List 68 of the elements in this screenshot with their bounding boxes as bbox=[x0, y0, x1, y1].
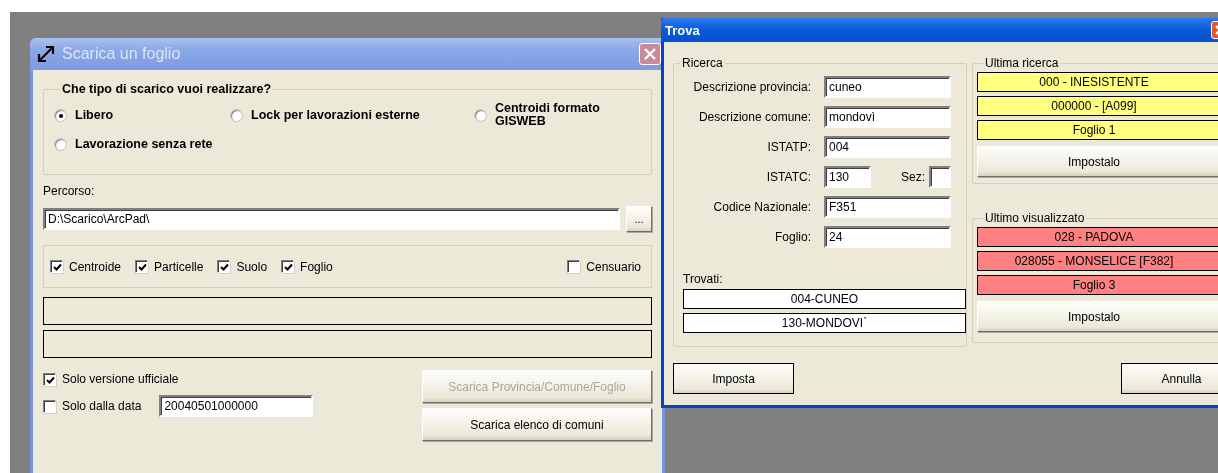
history-entry: 028055 - MONSELICE [F382] bbox=[977, 251, 1218, 271]
checkbox-label: Suolo bbox=[236, 259, 268, 274]
close-icon bbox=[642, 46, 658, 62]
input-field[interactable]: 130 bbox=[824, 166, 871, 188]
field-label: Codice Nazionale: bbox=[712, 200, 812, 214]
input-field[interactable]: F351 bbox=[824, 196, 951, 218]
checkbox[interactable] bbox=[50, 260, 63, 273]
field-label: Trovati: bbox=[683, 272, 724, 286]
field-label: Descrizione comune: bbox=[697, 110, 812, 124]
checkbox[interactable] bbox=[217, 260, 231, 273]
checkbox-label: Foglio bbox=[300, 259, 333, 274]
input-field[interactable]: cuneo bbox=[824, 76, 951, 98]
checkbox[interactable] bbox=[567, 260, 581, 273]
radio-button[interactable] bbox=[474, 108, 487, 122]
history-entry: 028 - PADOVA bbox=[977, 227, 1218, 247]
history-entry: Foglio 1 bbox=[977, 120, 1218, 140]
field-label: Sez: bbox=[900, 170, 926, 184]
checkbox[interactable] bbox=[135, 260, 149, 273]
checkbox[interactable] bbox=[281, 260, 295, 273]
field-label: Percorso: bbox=[43, 184, 96, 198]
group-title: Che tipo di scarico vuoi realizzare? bbox=[61, 82, 273, 96]
checkbox-label: Solo dalla data bbox=[62, 399, 142, 413]
check-icon bbox=[283, 262, 295, 273]
check-icon bbox=[52, 262, 63, 273]
input-field[interactable]: 004 bbox=[824, 136, 951, 158]
checkbox[interactable] bbox=[43, 372, 56, 386]
history-entry: 000 - INESISTENTE bbox=[977, 72, 1218, 92]
path-field[interactable]: D:\Scarico\ArcPad\ bbox=[43, 208, 620, 230]
input-field[interactable]: mondovì bbox=[824, 106, 951, 128]
radio-label: Centroidi formato GISWEB bbox=[495, 102, 601, 128]
radio-button[interactable] bbox=[54, 108, 67, 122]
date-field[interactable]: 20040501000000 bbox=[159, 395, 314, 417]
input-field[interactable]: 24 bbox=[824, 226, 951, 248]
radio-button[interactable] bbox=[54, 138, 67, 151]
apply-button[interactable]: Impostalo bbox=[977, 146, 1218, 177]
radio-button[interactable] bbox=[230, 108, 243, 122]
set-button[interactable]: Imposta bbox=[673, 363, 794, 394]
checkbox-label: Centroide bbox=[69, 259, 122, 274]
radio-label: Lavorazione senza rete bbox=[75, 138, 213, 151]
field-label: Foglio: bbox=[773, 230, 812, 244]
checkbox-label: Censuario bbox=[586, 259, 641, 274]
group-title: Ricerca bbox=[681, 56, 724, 70]
check-icon bbox=[219, 262, 231, 273]
window-title: Trova bbox=[665, 22, 701, 38]
history-entry: Foglio 3 bbox=[977, 275, 1218, 295]
check-icon bbox=[45, 374, 56, 386]
group-title: Ultimo visualizzato bbox=[984, 211, 1086, 225]
checkbox[interactable] bbox=[43, 399, 56, 413]
radio-label: Lock per lavorazioni esterne bbox=[251, 108, 420, 122]
field-label: ISTATC: bbox=[765, 170, 812, 184]
input-field[interactable] bbox=[929, 166, 951, 188]
resize-arrow-icon bbox=[36, 44, 56, 64]
field-label: Descrizione provincia: bbox=[692, 80, 812, 94]
radio-label: Libero bbox=[75, 108, 114, 122]
close-button[interactable] bbox=[639, 43, 661, 65]
window-title: Scarica un foglio bbox=[62, 45, 182, 63]
group-title: Ultima ricerca bbox=[984, 56, 1060, 70]
check-icon bbox=[137, 262, 149, 273]
browse-button[interactable]: ... bbox=[626, 206, 652, 232]
checkbox-label: Particelle bbox=[154, 259, 204, 274]
field-label: ISTATP: bbox=[766, 140, 812, 154]
apply-button[interactable]: Impostalo bbox=[977, 301, 1218, 332]
cancel-button[interactable]: Annulla bbox=[1121, 363, 1218, 394]
checkbox-label: Solo versione ufficiale bbox=[62, 372, 179, 386]
history-entry: 000000 - [A099] bbox=[977, 96, 1218, 116]
result-box: 130-MONDOVI` bbox=[683, 313, 966, 333]
download-button[interactable]: Scarica elenco di comuni bbox=[422, 408, 652, 441]
result-box: 004-CUNEO bbox=[683, 289, 966, 309]
